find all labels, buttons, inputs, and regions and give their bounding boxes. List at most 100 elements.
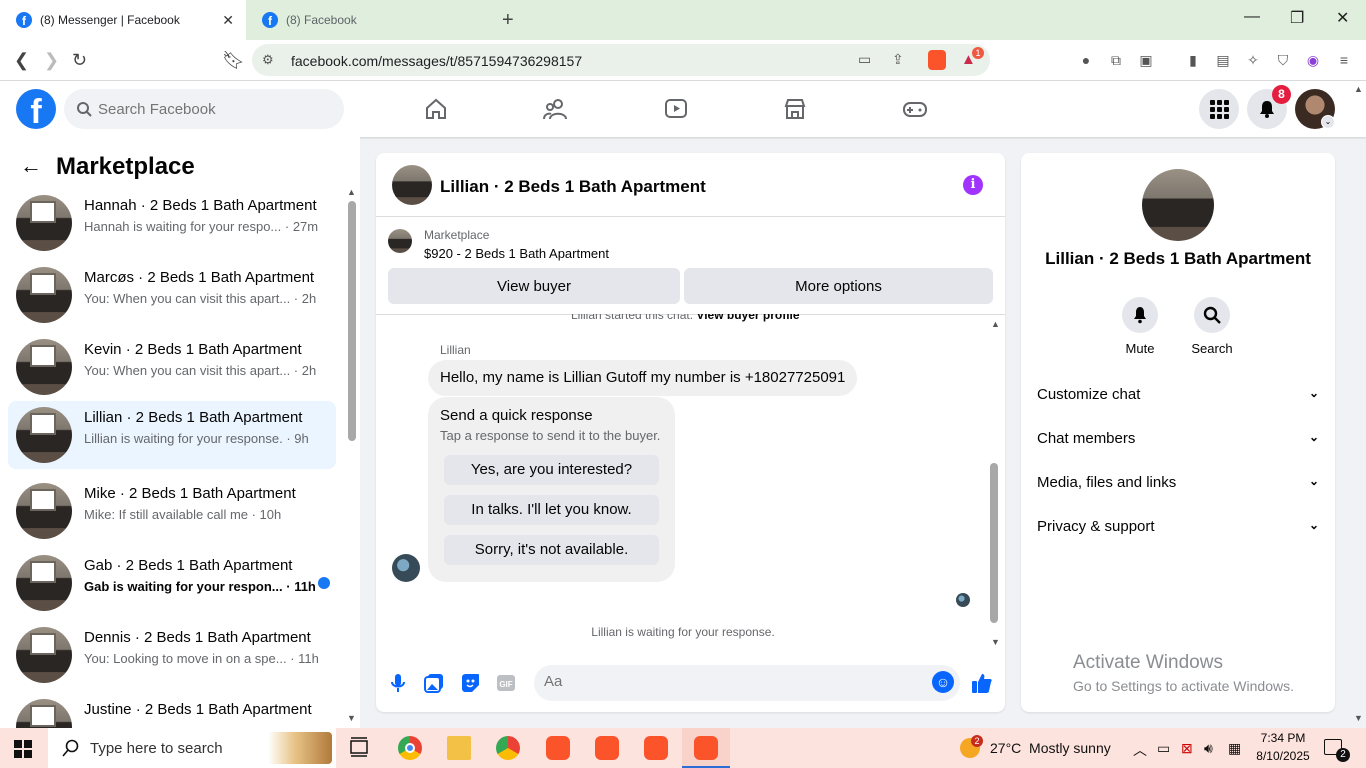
sidebar-icon[interactable]: ▮ [1184,52,1202,70]
sticker-icon[interactable] [458,671,482,695]
chrome-profile-icon[interactable] [496,736,520,760]
forward-icon[interactable]: ❯ [44,50,59,71]
conversation-preview: Hannah is waiting for your respo... · 27… [84,219,319,234]
section-label: Customize chat [1037,386,1141,403]
weather-text[interactable]: 27°C Mostly sunny [990,740,1111,756]
sender-avatar[interactable] [392,554,420,582]
brave-icon[interactable] [546,736,570,760]
scroll-up-icon[interactable]: ▲ [347,187,356,197]
mute-button[interactable]: Mute [1110,297,1170,356]
clock-time[interactable]: 7:34 PM [1255,731,1311,745]
profile-icon[interactable]: ◉ [1304,52,1322,70]
page-scroll-up-icon[interactable]: ▲ [1354,84,1363,94]
facebook-logo-icon[interactable]: f [16,89,56,129]
close-tab-icon[interactable]: ✕ [222,12,234,29]
chrome-icon[interactable] [398,736,422,760]
view-buyer-profile-link[interactable]: View buyer profile [696,314,799,322]
listing-thumbnail [388,229,412,253]
section-label: Media, files and links [1037,474,1177,491]
brave-shield-icon[interactable] [928,50,946,70]
scroll-down-icon[interactable]: ▼ [347,713,356,723]
friends-icon[interactable] [540,93,572,125]
quick-response-option[interactable]: Yes, are you interested? [444,455,659,485]
conversation-item[interactable]: Hannah · 2 Beds 1 Bath Apartment Hannah … [8,189,336,257]
minimize-icon[interactable]: — [1244,8,1260,26]
media-files-section[interactable]: Media, files and links ⌄ [1037,474,1319,498]
conversation-item[interactable]: Dennis · 2 Beds 1 Bath Apartment You: Lo… [8,621,336,689]
record-icon[interactable]: ● [1077,52,1095,70]
task-view-icon[interactable] [348,736,372,760]
clock-date[interactable]: 8/10/2025 [1255,749,1311,763]
conversation-item[interactable]: Mike · 2 Beds 1 Bath Apartment Mike: If … [8,477,336,545]
file-explorer-icon[interactable] [447,736,471,760]
chat-avatar[interactable] [392,165,432,205]
apps-menu-icon[interactable] [1199,89,1239,129]
listing-title[interactable]: $920 - 2 Beds 1 Bath Apartment [424,246,609,261]
close-window-icon[interactable]: ✕ [1336,8,1349,28]
like-icon[interactable] [970,671,994,695]
leo-ai-icon[interactable]: ✧ [1244,52,1262,70]
chevron-down-icon[interactable]: ⌄ [1321,115,1335,129]
security-icon[interactable]: ⊠ [1181,740,1193,757]
conversation-item-selected[interactable]: Lillian · 2 Beds 1 Bath Apartment Lillia… [8,401,336,469]
screenshot-icon[interactable]: ▣ [1137,52,1155,70]
quick-response-option[interactable]: In talks. I'll let you know. [444,495,659,525]
meet-now-icon[interactable]: ▭ [1157,740,1170,757]
windows-start-icon[interactable] [14,740,32,763]
privacy-support-section[interactable]: Privacy & support ⌄ [1037,518,1319,542]
view-buyer-button[interactable]: View buyer [388,268,680,304]
restore-icon[interactable]: ❐ [1290,8,1304,28]
conversation-item[interactable]: Gab · 2 Beds 1 Bath Apartment Gab is wai… [8,549,336,617]
quick-response-option[interactable]: Sorry, it's not available. [444,535,659,565]
back-icon[interactable]: ❮ [14,50,29,71]
back-arrow-icon[interactable]: ← [20,153,42,179]
search-chat-button[interactable]: Search [1182,297,1242,356]
install-icon[interactable]: ▭ [858,51,871,68]
site-info-icon[interactable]: ⚙ [262,52,274,68]
chat-scrollbar[interactable] [990,463,998,623]
info-icon[interactable]: i [963,175,983,195]
search-input[interactable] [98,100,318,118]
scroll-up-icon[interactable]: ▲ [991,319,1000,329]
menu-icon[interactable]: ≡ [1335,52,1353,70]
more-options-button[interactable]: More options [684,268,993,304]
extensions-icon[interactable]: ⧉ [1107,52,1125,70]
sidebar-scrollbar[interactable] [348,201,356,441]
microphone-icon[interactable] [386,671,410,695]
volume-icon[interactable]: 🔊︎ [1204,740,1213,757]
message-input[interactable] [544,673,924,690]
page-scroll-down-icon[interactable]: ▼ [1354,713,1363,723]
brave-active-taskbar-item[interactable] [682,728,730,768]
message-composer[interactable]: ☺ [534,665,960,701]
vpn-icon[interactable]: ⛉ [1274,52,1292,70]
conversation-item[interactable]: Kevin · 2 Beds 1 Bath Apartment You: Whe… [8,333,336,401]
wallet-icon[interactable]: ▤ [1214,52,1232,70]
brave-icon[interactable] [644,736,668,760]
share-icon[interactable]: ⇪ [892,51,904,68]
chevron-up-icon[interactable]: ︿ [1133,740,1147,760]
gif-icon[interactable]: GIF [494,671,518,695]
conversation-item[interactable]: Marcøs · 2 Beds 1 Bath Apartment You: Wh… [8,261,336,329]
reload-icon[interactable]: ↻ [72,50,87,71]
chat-members-section[interactable]: Chat members ⌄ [1037,430,1319,454]
gaming-icon[interactable] [899,93,931,125]
tab-facebook[interactable]: f (8) Facebook [250,0,494,40]
taskbar-search[interactable]: Type here to search [48,728,336,768]
marketplace-icon[interactable] [779,93,811,125]
search-box[interactable] [64,89,344,129]
customize-chat-section[interactable]: Customize chat ⌄ [1037,386,1319,410]
network-icon[interactable]: ▦ [1228,740,1241,757]
conversation-item[interactable]: Justine · 2 Beds 1 Bath Apartment [8,693,336,728]
emoji-icon[interactable]: ☺ [932,671,954,693]
tab-messenger[interactable]: f (8) Messenger | Facebook ✕ [0,0,246,40]
photo-icon[interactable] [422,671,446,695]
home-icon[interactable] [420,93,452,125]
new-tab-icon[interactable]: + [502,9,514,32]
brave-icon[interactable] [595,736,619,760]
video-icon[interactable] [660,93,692,125]
bookmark-icon[interactable]: 🔖︎ [222,50,245,71]
scroll-down-icon[interactable]: ▼ [991,637,1000,647]
conversation-name: Dennis · 2 Beds 1 Bath Apartment [84,629,311,646]
address-bar[interactable]: ⚙ facebook.com/messages/t/85715947362981… [252,44,990,76]
notification-badge: 8 [1272,85,1291,104]
